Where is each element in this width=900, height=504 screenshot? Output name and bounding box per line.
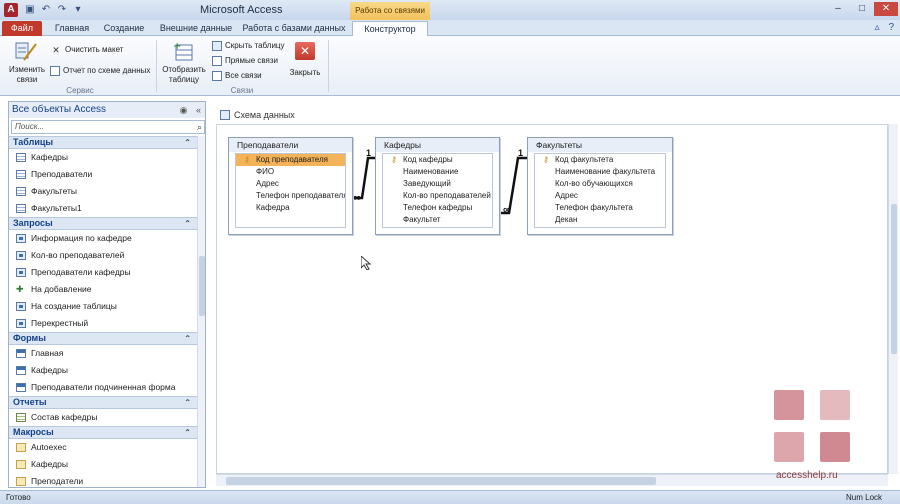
field-name: Факультет [403, 215, 441, 224]
field-item[interactable]: ⚷ Код преподавателя [236, 154, 345, 166]
field-list: ⚷ Код факультета Наименование факультета … [534, 153, 666, 228]
relation-many-marker: ∞ [503, 204, 511, 216]
field-item[interactable]: ⚷ Код кафедры [383, 154, 492, 166]
field-item[interactable]: Декан [535, 214, 665, 226]
table-box-faculties[interactable]: Факультеты ⚷ Код факультета Наименование … [527, 137, 673, 235]
field-item[interactable]: Наименование факультета [535, 166, 665, 178]
num-lock-indicator: Num Lock [846, 493, 883, 502]
field-item[interactable]: Адрес [236, 178, 345, 190]
field-name: Адрес [256, 179, 279, 188]
relation-one-marker: 1 [518, 148, 524, 158]
table-box-departments[interactable]: Кафедры ⚷ Код кафедры Наименование Заведу… [375, 137, 500, 235]
table-box-title[interactable]: Факультеты [528, 138, 672, 152]
field-name: Код кафедры [403, 155, 453, 164]
field-item[interactable]: Телефон преподавателя [236, 190, 345, 202]
mouse-cursor-icon [361, 256, 371, 270]
relation-many-marker: ∞ [353, 192, 361, 204]
field-name: Кол-во обучающихся [555, 179, 633, 188]
field-name: Код факультета [555, 155, 614, 164]
field-name: Код преподавателя [256, 155, 328, 164]
field-item[interactable]: Адрес [535, 190, 665, 202]
table-box-title[interactable]: Кафедры [376, 138, 499, 152]
logo-access-tile [820, 432, 850, 462]
field-name: Заведующий [403, 179, 451, 188]
field-item[interactable]: Кол-во обучающихся [535, 178, 665, 190]
field-item[interactable]: Телефон факультета [535, 202, 665, 214]
field-name: Телефон преподавателя [256, 191, 346, 200]
table-box-title[interactable]: Преподаватели [229, 138, 352, 152]
logo-key-tile [774, 390, 804, 420]
field-list: ⚷ Код кафедры Наименование Заведующий Кол… [382, 153, 493, 228]
logo-access-tile [774, 432, 804, 462]
field-item[interactable]: Кол-во преподавателей [383, 190, 492, 202]
field-name: Наименование [403, 167, 459, 176]
vertical-scrollbar[interactable] [888, 124, 898, 474]
field-list: ⚷ Код преподавателя ФИО Адрес Телефон пре… [235, 153, 346, 228]
field-name: Телефон кафедры [403, 203, 473, 212]
primary-key-icon: ⚷ [543, 155, 549, 164]
field-item[interactable]: Наименование [383, 166, 492, 178]
primary-key-icon: ⚷ [244, 155, 250, 164]
field-item[interactable]: Кафедра [236, 202, 345, 214]
logo-key-tile [820, 390, 850, 420]
field-name: Адрес [555, 191, 578, 200]
primary-key-icon: ⚷ [391, 155, 397, 164]
field-item[interactable]: ФИО [236, 166, 345, 178]
scrollbar-thumb[interactable] [891, 204, 897, 354]
status-bar: Готово Num Lock [0, 490, 900, 504]
relationship-lines [353, 156, 527, 215]
field-name: Декан [555, 215, 578, 224]
field-item[interactable]: ⚷ Код факультета [535, 154, 665, 166]
table-box-teachers[interactable]: Преподаватели ⚷ Код преподавателя ФИО Адр… [228, 137, 353, 235]
field-item[interactable]: Заведующий [383, 178, 492, 190]
relation-one-marker: 1 [366, 148, 372, 158]
scrollbar-thumb[interactable] [226, 477, 656, 485]
field-name: ФИО [256, 167, 275, 176]
watermark-text: accesshelp.ru [776, 470, 838, 481]
field-name: Телефон факультета [555, 203, 633, 212]
field-name: Наименование факультета [555, 167, 656, 176]
status-text: Готово [6, 493, 31, 502]
field-name: Кол-во преподавателей [403, 191, 491, 200]
field-name: Кафедра [256, 203, 290, 212]
field-item[interactable]: Факультет [383, 214, 492, 226]
field-item[interactable]: Телефон кафедры [383, 202, 492, 214]
